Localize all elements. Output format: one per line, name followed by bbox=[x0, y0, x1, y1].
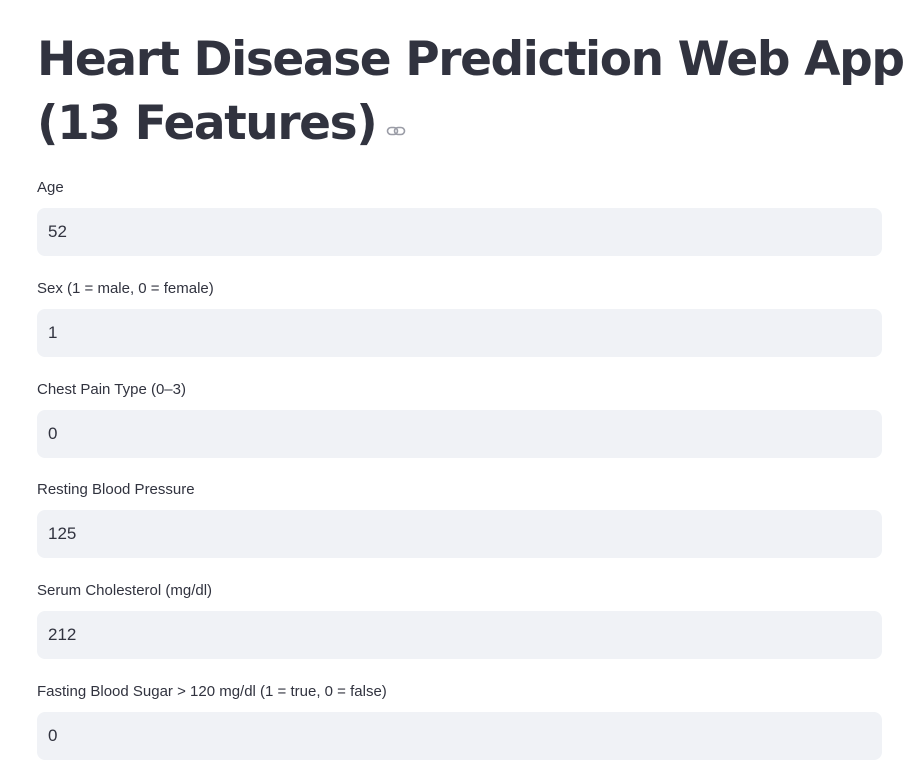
age-input[interactable] bbox=[37, 208, 882, 256]
field-fasting-blood-sugar: Fasting Blood Sugar > 120 mg/dl (1 = tru… bbox=[37, 683, 882, 760]
field-sex: Sex (1 = male, 0 = female) bbox=[37, 280, 882, 357]
field-serum-cholesterol: Serum Cholesterol (mg/dl) bbox=[37, 582, 882, 659]
page-title-line-2-text: (13 Features) bbox=[37, 96, 378, 151]
field-label-sex: Sex (1 = male, 0 = female) bbox=[37, 280, 214, 297]
field-chest-pain-type: Chest Pain Type (0–3) bbox=[37, 381, 882, 458]
field-age: Age bbox=[37, 179, 882, 256]
field-resting-blood-pressure: Resting Blood Pressure bbox=[37, 481, 882, 558]
page-title: Heart Disease Prediction Web App (13 Fea… bbox=[37, 28, 905, 156]
field-label-age: Age bbox=[37, 179, 64, 196]
field-label-chest-pain-type: Chest Pain Type (0–3) bbox=[37, 381, 186, 398]
field-label-fasting-blood-sugar: Fasting Blood Sugar > 120 mg/dl (1 = tru… bbox=[37, 683, 387, 700]
resting-blood-pressure-input[interactable] bbox=[37, 510, 882, 558]
link-icon[interactable] bbox=[386, 121, 406, 141]
fasting-blood-sugar-input[interactable] bbox=[37, 712, 882, 760]
chest-pain-type-input[interactable] bbox=[37, 410, 882, 458]
sex-input[interactable] bbox=[37, 309, 882, 357]
field-label-serum-cholesterol: Serum Cholesterol (mg/dl) bbox=[37, 582, 213, 599]
field-label-resting-blood-pressure: Resting Blood Pressure bbox=[37, 481, 195, 498]
serum-cholesterol-input[interactable] bbox=[37, 611, 882, 659]
page-title-line-1: Heart Disease Prediction Web App bbox=[37, 32, 905, 87]
page-title-line-2: (13 Features) bbox=[37, 92, 887, 156]
